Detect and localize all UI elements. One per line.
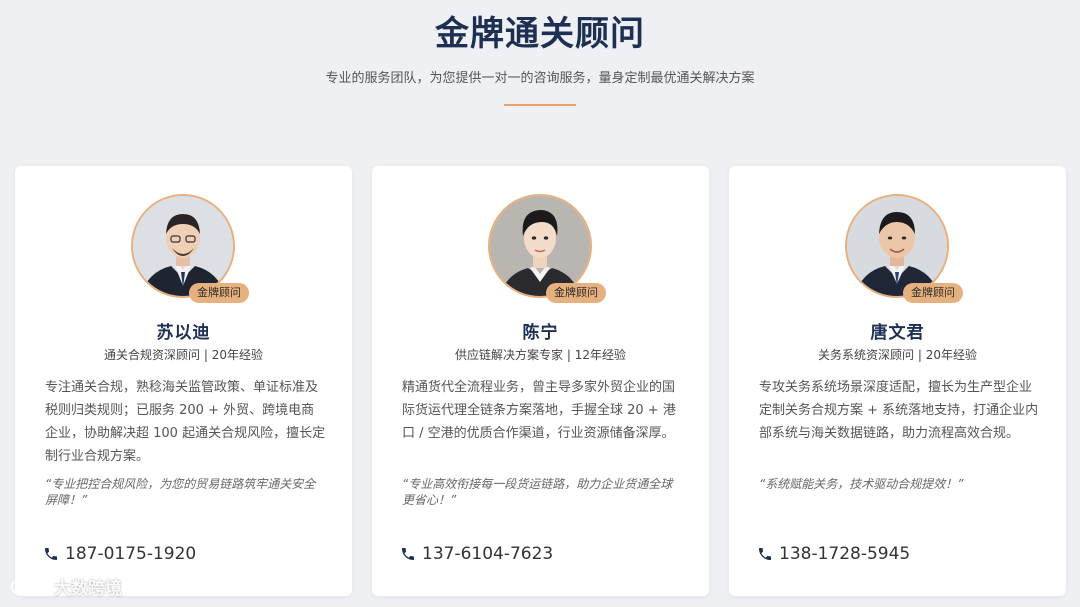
watermark: 大数跨境 bbox=[10, 574, 122, 599]
consultant-description: 精通货代全流程业务，曾主导多家外贸企业的国际货运代理全链条方案落地，手握全球 2… bbox=[402, 380, 676, 441]
gold-consultant-badge: 金牌顾问 bbox=[189, 283, 249, 303]
consultant-description: 专注通关合规，熟稔海关监管政策、单证标准及税则归类规则；已服务 200 + 外贸… bbox=[45, 380, 326, 464]
avatar-container: 金牌顾问 bbox=[845, 194, 963, 303]
watermark-text: 大数跨境 bbox=[54, 578, 122, 599]
consultant-role: 通关合规资深顾问 | 20年经验 bbox=[104, 348, 263, 362]
page-subtitle: 专业的服务团队，为您提供一对一的咨询服务，量身定制最优通关解决方案 bbox=[325, 71, 755, 86]
consultant-card: 金牌顾问 苏以迪 通关合规资深顾问 | 20年经验 专注通关合规，熟稔海关监管政… bbox=[15, 166, 352, 596]
avatar-portrait-icon bbox=[847, 196, 947, 296]
page-header: 金牌通关顾问 专业的服务团队，为您提供一对一的咨询服务，量身定制最优通关解决方案 bbox=[0, 0, 1080, 106]
consultant-cards: 金牌顾问 苏以迪 通关合规资深顾问 | 20年经验 专注通关合规，熟稔海关监管政… bbox=[15, 166, 1067, 596]
consultant-card: 金牌顾问 陈宁 供应链解决方案专家 | 12年经验 精通货代全流程业务，曾主导多… bbox=[372, 166, 709, 596]
phone-number: 138-1728-5945 bbox=[779, 544, 911, 564]
phone-link[interactable]: 138-1728-5945 bbox=[757, 544, 910, 564]
consultant-card: 金牌顾问 唐文君 关务系统资深顾问 | 20年经验 专攻关务系统场景深度适配，擅… bbox=[729, 166, 1066, 596]
consultant-name: 苏以迪 bbox=[156, 323, 211, 343]
consultant-quote: “系统赋能关务，技术驱动合规提效！” bbox=[759, 477, 964, 491]
consultant-name: 陈宁 bbox=[522, 323, 559, 343]
consultant-quote: “专业把控合规风险，为您的贸易链路筑牢通关安全屏障！” bbox=[45, 477, 316, 507]
phone-number: 137-6104-7623 bbox=[422, 544, 554, 564]
phone-icon bbox=[402, 548, 414, 560]
logo-icon bbox=[11, 578, 49, 595]
page-title: 金牌通关顾问 bbox=[435, 14, 645, 54]
avatar-portrait-icon bbox=[490, 196, 590, 296]
phone-number: 187-0175-1920 bbox=[65, 544, 197, 564]
phone-icon bbox=[45, 548, 57, 560]
phone-icon bbox=[759, 548, 771, 560]
consultant-role: 供应链解决方案专家 | 12年经验 bbox=[455, 348, 626, 362]
gold-consultant-badge: 金牌顾问 bbox=[903, 283, 963, 303]
phone-link[interactable]: 137-6104-7623 bbox=[400, 544, 553, 564]
title-divider bbox=[504, 104, 576, 106]
consultant-name: 唐文君 bbox=[870, 323, 925, 343]
consultant-description: 专攻关务系统场景深度适配，擅长为生产型企业定制关务合规方案 + 系统落地支持，打… bbox=[759, 380, 1039, 441]
consultant-role: 关务系统资深顾问 | 20年经验 bbox=[818, 348, 977, 362]
avatar-portrait-icon bbox=[133, 196, 233, 296]
avatar-container: 金牌顾问 bbox=[488, 194, 606, 303]
consultant-quote: “专业高效衔接每一段货运链路，助力企业货通全球更省心！” bbox=[402, 477, 673, 507]
phone-link[interactable]: 187-0175-1920 bbox=[43, 544, 196, 564]
avatar-container: 金牌顾问 bbox=[131, 194, 249, 303]
gold-consultant-badge: 金牌顾问 bbox=[546, 283, 606, 303]
